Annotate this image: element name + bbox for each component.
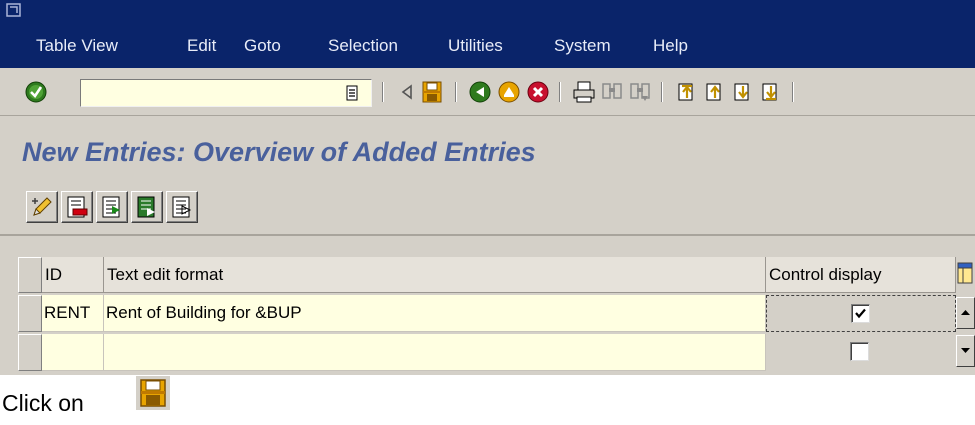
cancel-icon[interactable] [526,80,550,104]
next-page-icon[interactable] [731,80,755,104]
application-toolbar [0,180,975,236]
row-control-display-cell [766,295,956,332]
first-page-icon[interactable] [675,80,699,104]
find-next-icon[interactable] [628,80,652,104]
scroll-up-button[interactable] [956,297,975,329]
instruction-caption: Click on [2,390,84,416]
deselect-all-icon [172,196,192,218]
toolbar-separator [559,82,561,102]
table-settings-icon [957,262,973,284]
enter-icon[interactable] [24,80,48,104]
scroll-up-icon [961,310,970,315]
check-mark-icon [855,308,866,319]
exit-icon[interactable] [497,80,521,104]
control-display-checkbox[interactable] [851,304,870,323]
sap-window: Table View Edit Goto Selection Utilities… [0,0,975,375]
page-title: New Entries: Overview of Added Entries [22,137,536,167]
column-header-text-edit-format[interactable]: Text edit format [104,257,766,293]
previous-page-icon[interactable] [703,80,727,104]
title-bar: Table View Edit Goto Selection Utilities… [0,0,975,68]
deselect-all-button[interactable] [166,191,198,223]
select-all-rows-button[interactable] [18,257,42,293]
menu-table-view[interactable]: Table View [36,36,118,56]
change-display-button[interactable] [26,191,58,223]
last-page-icon[interactable] [759,80,783,104]
scroll-down-button[interactable] [956,335,975,367]
select-block-button[interactable] [131,191,163,223]
control-display-checkbox[interactable] [850,342,869,361]
select-block-icon [137,196,155,218]
menu-edit[interactable]: Edit [187,36,216,56]
menu-help[interactable]: Help [653,36,688,56]
delete-icon [67,196,88,218]
row-id-cell[interactable]: RENT [42,295,104,332]
row-id-cell[interactable] [42,334,104,371]
change-display-icon [32,197,52,216]
command-history-icon[interactable] [344,85,360,101]
save-icon [136,376,170,410]
menu-system[interactable]: System [554,36,611,56]
menu-selection[interactable]: Selection [328,36,398,56]
print-icon[interactable] [572,80,596,104]
table-settings-button[interactable] [956,261,975,289]
menu-goto[interactable]: Goto [244,36,281,56]
column-header-id[interactable]: ID [42,257,104,293]
row-text-edit-format-cell[interactable] [104,334,766,371]
save-icon[interactable] [420,80,444,104]
entries-table: ID Text edit format Control display RENT… [18,257,975,375]
toolbar-separator [382,82,384,102]
delete-button[interactable] [61,191,93,223]
scroll-down-icon [961,348,970,353]
row-selector[interactable] [18,295,42,332]
find-icon[interactable] [600,80,624,104]
toolbar-separator [661,82,663,102]
row-control-display-cell [766,334,956,371]
column-header-control-display[interactable]: Control display [766,257,956,293]
row-text-edit-format-cell[interactable]: Rent of Building for &BUP [104,295,766,332]
command-field[interactable] [80,79,372,107]
select-all-button[interactable] [96,191,128,223]
system-menu-icon[interactable] [6,3,22,18]
row-selector[interactable] [18,334,42,371]
standard-toolbar [0,68,975,116]
toolbar-separator [455,82,457,102]
back-arrow-icon[interactable] [396,80,420,104]
menu-bar: Table View Edit Goto Selection Utilities… [0,32,975,60]
select-all-icon [102,196,120,218]
back-icon[interactable] [468,80,492,104]
toolbar-separator [792,82,794,102]
menu-utilities[interactable]: Utilities [448,36,503,56]
